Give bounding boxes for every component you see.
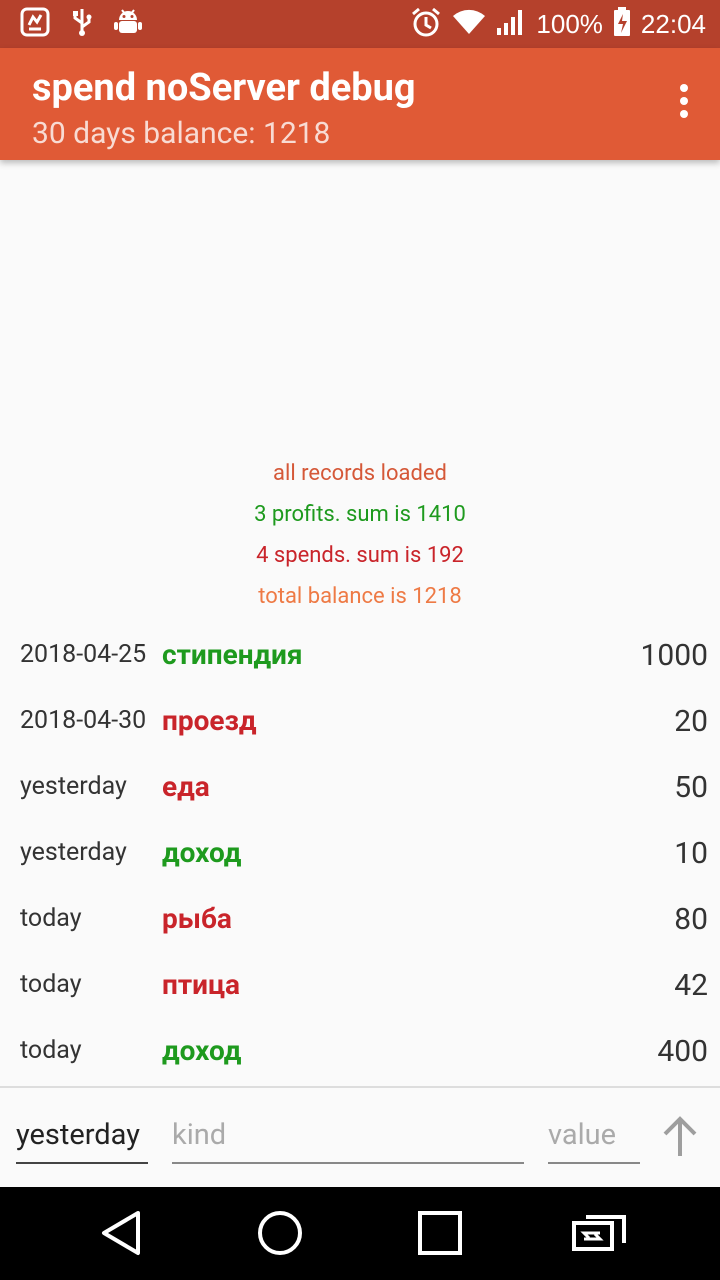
records-list: 2018-04-25 стипендия 1000 2018-04-30 про… [0, 626, 720, 1088]
record-date: today [20, 970, 82, 999]
alarm-icon [410, 6, 442, 42]
record-value: 400 [657, 1034, 708, 1069]
usb-icon [72, 7, 92, 41]
screen-mirror-icon[interactable] [570, 1207, 628, 1259]
summary-block: all records loaded 3 profits. sum is 141… [0, 456, 720, 620]
record-row[interactable]: yesterday доход 10 [0, 824, 720, 890]
record-value: 42 [674, 968, 708, 1003]
record-date: today [20, 1036, 82, 1065]
overflow-menu-icon[interactable] [676, 84, 692, 124]
record-date: 2018-04-25 [20, 640, 147, 669]
record-value: 20 [674, 704, 708, 739]
value-field[interactable]: value [548, 1118, 640, 1164]
battery-percent: 100% [536, 8, 603, 39]
record-row[interactable]: today доход 400 [0, 1022, 720, 1088]
record-kind: еда [162, 770, 210, 803]
profits-summary: 3 profits. sum is 1410 [254, 502, 466, 527]
record-kind: доход [162, 1034, 242, 1067]
app-notification-icon [20, 7, 50, 41]
battery-charging-icon [613, 7, 631, 41]
android-debug-icon [114, 7, 142, 41]
status-bar-system: 100% 22:04 [410, 0, 706, 48]
record-value: 50 [674, 770, 708, 805]
back-icon[interactable] [96, 1207, 148, 1259]
record-row[interactable]: today птица 42 [0, 956, 720, 1022]
kind-field[interactable]: kind [172, 1118, 524, 1164]
loaded-status: all records loaded [273, 461, 447, 486]
record-row[interactable]: 2018-04-25 стипендия 1000 [0, 626, 720, 692]
spends-summary: 4 spends. sum is 192 [256, 543, 464, 568]
date-field[interactable]: yesterday [16, 1118, 148, 1164]
record-date: today [20, 904, 82, 933]
home-icon[interactable] [254, 1207, 306, 1259]
record-date: yesterday [20, 838, 127, 867]
app-title: spend noServer debug [32, 66, 416, 110]
record-value: 80 [674, 902, 708, 937]
recents-icon[interactable] [414, 1207, 466, 1259]
record-kind: стипендия [162, 638, 303, 671]
record-row[interactable]: 2018-04-30 проезд 20 [0, 692, 720, 758]
send-arrow-icon[interactable] [660, 1112, 700, 1162]
record-row[interactable]: today рыба 80 [0, 890, 720, 956]
record-value: 10 [674, 836, 708, 871]
balance-subtitle: 30 days balance: 1218 [32, 116, 331, 151]
total-balance: total balance is 1218 [258, 584, 462, 609]
record-date: 2018-04-30 [20, 706, 147, 735]
record-value: 1000 [640, 638, 708, 673]
record-kind: рыба [162, 902, 232, 935]
record-kind: проезд [162, 704, 257, 737]
navigation-bar [0, 1187, 720, 1280]
record-row[interactable]: yesterday еда 50 [0, 758, 720, 824]
status-bar: 100% 22:04 [0, 0, 720, 48]
record-kind: птица [162, 968, 241, 1001]
new-record-bar: yesterday kind value [0, 1086, 720, 1189]
clock: 22:04 [640, 8, 706, 39]
record-kind: доход [162, 836, 242, 869]
wifi-icon [452, 8, 486, 40]
app-bar: spend noServer debug 30 days balance: 12… [0, 48, 720, 160]
record-date: yesterday [20, 772, 127, 801]
signal-icon [496, 8, 526, 40]
status-bar-notifications [20, 7, 142, 41]
